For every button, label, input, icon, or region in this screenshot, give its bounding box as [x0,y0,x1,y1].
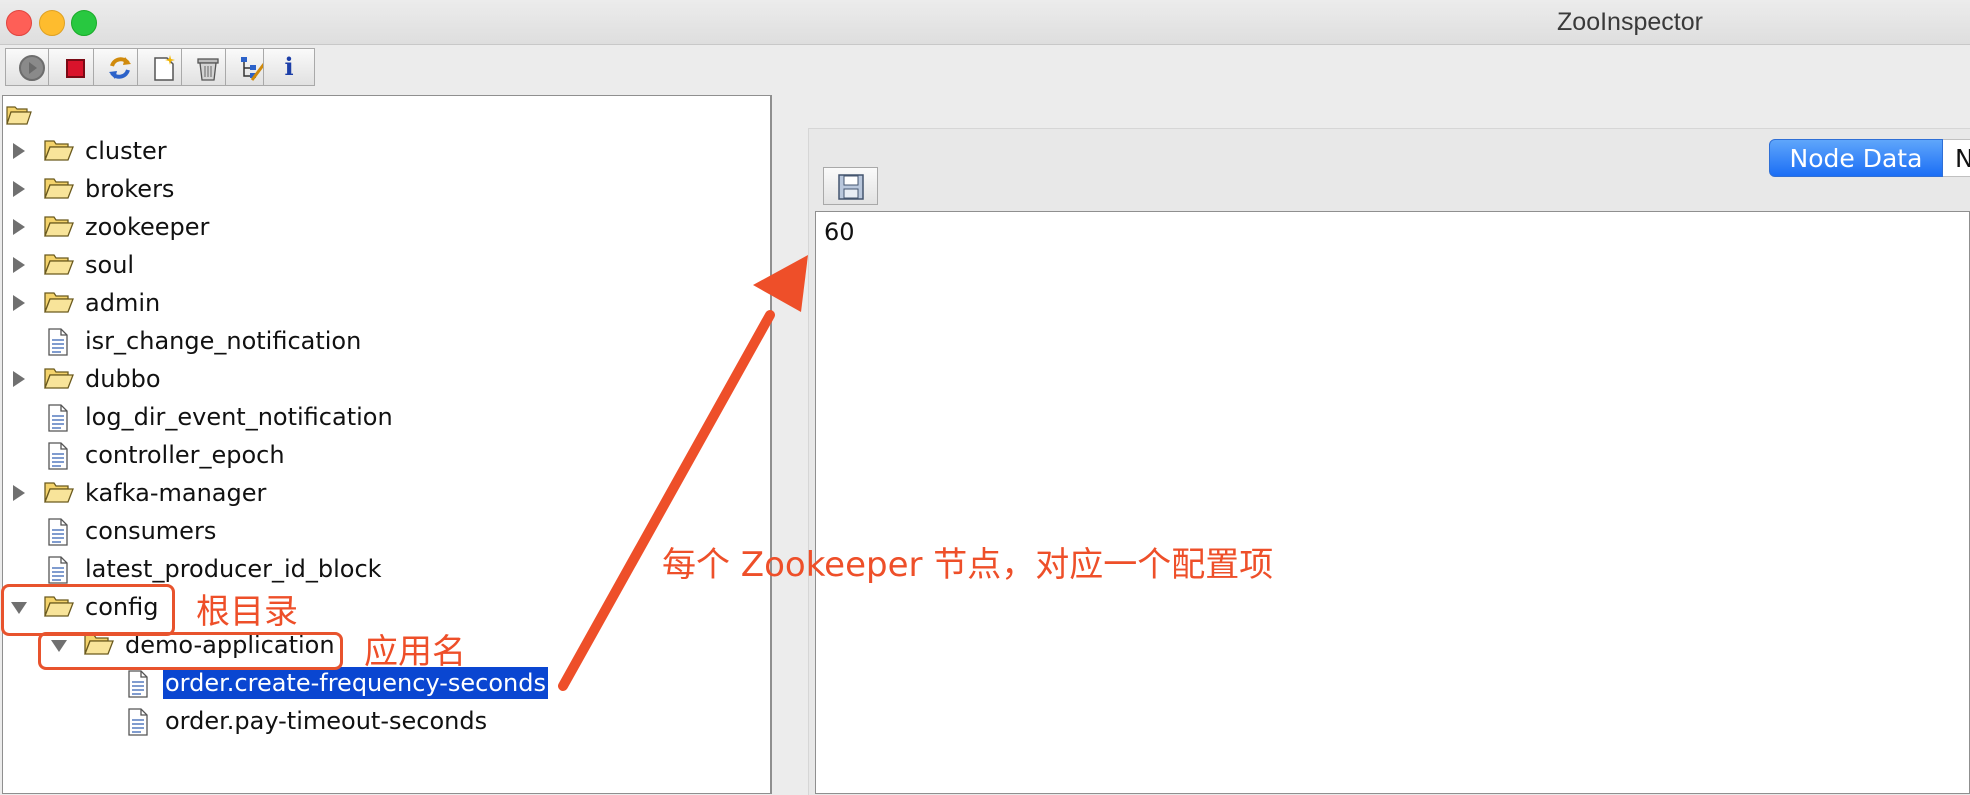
title-bar: ZooInspector [0,0,1970,45]
folder-icon [44,252,74,280]
tree-node-label[interactable]: isr_change_notification [83,325,363,357]
file-icon [47,404,69,436]
node-details-area: Node Data Node Metadata 60 [775,95,1970,795]
info-icon: i [284,52,294,81]
save-button[interactable] [823,167,878,205]
folder-icon [44,290,74,318]
tree-node-admin[interactable]: admin [3,286,763,320]
tab-node-data[interactable]: Node Data [1769,139,1943,177]
file-icon [127,670,149,702]
tree-node-controller-epoch[interactable]: controller_epoch [3,438,763,472]
tree-root[interactable] [6,104,32,130]
folder-icon [44,366,74,394]
tree-node-zookeeper[interactable]: zookeeper [3,210,763,244]
tree-node-label[interactable]: log_dir_event_notification [83,401,395,433]
open-folder-icon [6,106,32,125]
trash-icon [197,58,219,81]
expand-toggle-icon[interactable] [13,143,25,159]
tree-node-label[interactable]: brokers [83,173,176,205]
tree-node-label[interactable]: order.pay-timeout-seconds [163,705,489,737]
annotation-app-name: 应用名 [364,632,466,672]
tree-node-soul[interactable]: soul [3,248,763,282]
file-icon [47,518,69,550]
tree-node-label[interactable]: kafka-manager [83,477,268,509]
tree-node-dubbo[interactable]: dubbo [3,362,763,396]
tab-node-metadata[interactable]: Node Metadata [1943,139,1970,177]
window-title: ZooInspector [1557,8,1703,36]
file-icon [127,708,149,740]
tree-node-label[interactable]: zookeeper [83,211,211,243]
file-icon [47,442,69,474]
connect-icon [19,55,45,81]
file-icon [47,328,69,360]
expand-toggle-icon[interactable] [13,219,25,235]
close-window-button[interactable] [6,10,32,36]
tree-node-order-pay-timeout-seconds[interactable]: order.pay-timeout-seconds [3,704,763,738]
tree-node-label[interactable]: consumers [83,515,218,547]
annotation-node-note: 每个 Zookeeper 节点，对应一个配置项 [662,545,1274,585]
node-data-editor[interactable]: 60 [815,211,1970,794]
annotation-root-dir: 根目录 [196,592,298,632]
minimize-window-button[interactable] [39,10,65,36]
tree-node-label[interactable]: dubbo [83,363,163,395]
folder-icon [44,480,74,508]
tree-node-kafka-manager[interactable]: kafka-manager [3,476,763,510]
tree-node-log-dir-event-notification[interactable]: log_dir_event_notification [3,400,763,434]
node-tree-panel[interactable]: cluster brokers zookeeper soul admin isr_chan… [2,95,772,794]
tree-node-label[interactable]: latest_producer_id_block [83,553,384,585]
tree-node-cluster[interactable]: cluster [3,134,763,168]
add-node-icon [154,55,175,81]
expand-toggle-icon[interactable] [13,371,25,387]
tree-node-label[interactable]: admin [83,287,162,319]
about-button[interactable]: i [263,48,315,86]
demo-application-highlight-box [38,632,343,670]
folder-icon [44,214,74,242]
tree-node-isr-change-notification[interactable]: isr_change_notification [3,324,763,358]
folder-icon [44,176,74,204]
tree-edit-icon [241,57,266,81]
tree-node-consumers[interactable]: consumers [3,514,763,548]
tree-node-label[interactable]: controller_epoch [83,439,287,471]
zoom-window-button[interactable] [71,10,97,36]
expand-toggle-icon[interactable] [13,257,25,273]
tree-node-label[interactable]: cluster [83,135,169,167]
expand-toggle-icon[interactable] [13,295,25,311]
tree-node-latest-producer-id-block[interactable]: latest_producer_id_block [3,552,763,586]
tree-node-label[interactable]: soul [83,249,136,281]
stop-icon [66,59,85,78]
node-data-value[interactable]: 60 [824,218,855,246]
folder-icon [44,138,74,166]
expand-toggle-icon[interactable] [13,181,25,197]
refresh-icon [109,57,131,79]
save-icon [838,174,864,200]
expand-toggle-icon[interactable] [13,485,25,501]
tree-node-brokers[interactable]: brokers [3,172,763,206]
toolbar: i [0,45,1970,92]
tree-node-label[interactable]: order.create-frequency-seconds [163,667,548,699]
config-highlight-box [1,584,175,636]
